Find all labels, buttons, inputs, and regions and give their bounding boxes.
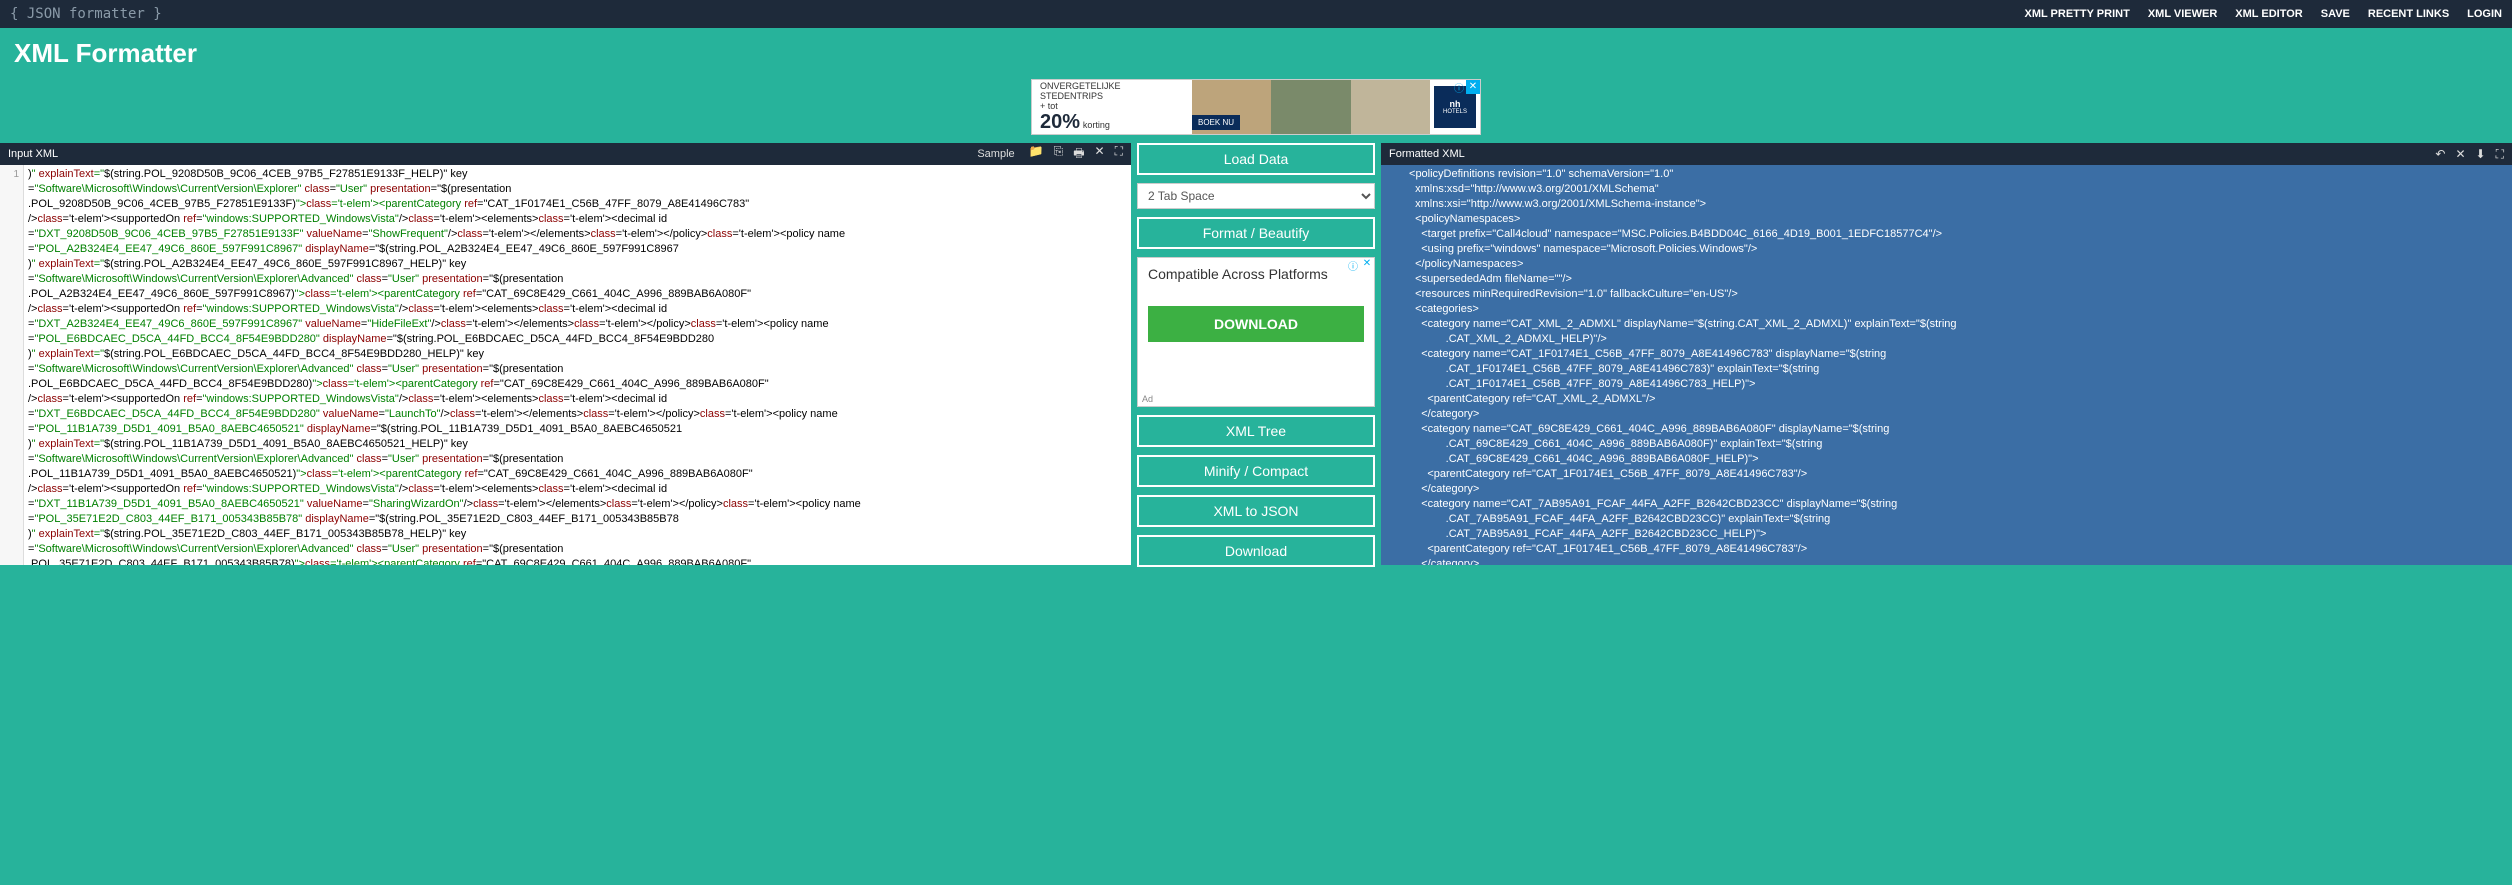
- nav-xml-editor[interactable]: XML EDITOR: [2235, 8, 2302, 20]
- nav-recent-links[interactable]: RECENT LINKS: [2368, 8, 2449, 20]
- copy-icon[interactable]: ⎘: [1054, 144, 1064, 165]
- ad-close-icon[interactable]: ✕: [1466, 80, 1480, 94]
- fullscreen-output-icon[interactable]: ⛶: [2496, 147, 2504, 162]
- ad-sub: korting: [1083, 120, 1110, 130]
- ad-sq-close-icon[interactable]: ✕: [1360, 258, 1374, 272]
- load-data-button[interactable]: Load Data: [1137, 143, 1375, 175]
- print-icon[interactable]: 🖶: [1073, 144, 1084, 165]
- ad-sq-title: Compatible Across Platforms: [1148, 266, 1364, 282]
- sample-link[interactable]: Sample: [977, 148, 1014, 160]
- back-icon[interactable]: ↶: [2435, 147, 2445, 162]
- xml-to-json-button[interactable]: XML to JSON: [1137, 495, 1375, 527]
- fullscreen-icon[interactable]: ⛶: [1115, 144, 1123, 165]
- ad-percent: 20%: [1040, 111, 1080, 133]
- page-title: XML Formatter: [0, 28, 2512, 75]
- ad-line2: + tot: [1040, 101, 1184, 111]
- ad-sq-info-icon[interactable]: ⓘ: [1346, 258, 1360, 272]
- minify-button[interactable]: Minify / Compact: [1137, 455, 1375, 487]
- ad-sq-label: Ad: [1142, 394, 1153, 404]
- ad-info-icon[interactable]: ⓘ: [1452, 80, 1466, 94]
- top-nav: XML PRETTY PRINT XML VIEWER XML EDITOR S…: [2024, 8, 2502, 20]
- ad-sq-download-button[interactable]: DOWNLOAD: [1148, 306, 1364, 342]
- ad-banner-top: ONVERGETELIJKE STEDENTRIPS + tot 20% kor…: [0, 75, 2512, 143]
- main: Input XML Sample 📁 ⎘ 🖶 ✕ ⛶ 1 )" explainT…: [0, 143, 2512, 567]
- clear-output-icon[interactable]: ✕: [2455, 147, 2465, 162]
- ad-line1: ONVERGETELIJKE STEDENTRIPS: [1040, 81, 1184, 101]
- download-output-icon[interactable]: ⬇: [2476, 147, 2486, 162]
- formatted-panel-header: Formatted XML ↶ ✕ ⬇ ⛶: [1381, 143, 2512, 165]
- clear-icon[interactable]: ✕: [1095, 144, 1105, 165]
- formatted-panel-title: Formatted XML: [1389, 148, 1465, 160]
- tab-space-select[interactable]: 2 Tab Space: [1137, 183, 1375, 209]
- download-button[interactable]: Download: [1137, 535, 1375, 567]
- input-editor[interactable]: 1 )" explainText="$(string.POL_9208D50B_…: [0, 165, 1131, 565]
- input-panel-header: Input XML Sample 📁 ⎘ 🖶 ✕ ⛶: [0, 143, 1131, 165]
- open-file-icon[interactable]: 📁: [1029, 144, 1044, 165]
- ad-square[interactable]: ⓘ ✕ Compatible Across Platforms DOWNLOAD…: [1137, 257, 1375, 407]
- nav-xml-viewer[interactable]: XML VIEWER: [2148, 8, 2217, 20]
- middle-actions: Load Data 2 Tab Space Format / Beautify …: [1131, 143, 1381, 567]
- logo[interactable]: { JSON formatter }: [10, 6, 162, 22]
- ad-box[interactable]: ONVERGETELIJKE STEDENTRIPS + tot 20% kor…: [1031, 79, 1481, 135]
- nav-login[interactable]: LOGIN: [2467, 8, 2502, 20]
- ad-cta-button[interactable]: BOEK NU: [1192, 115, 1240, 130]
- xml-tree-button[interactable]: XML Tree: [1137, 415, 1375, 447]
- formatted-editor[interactable]: 1234567891011121314151617181920212223 <p…: [1381, 165, 2512, 565]
- topbar: { JSON formatter } XML PRETTY PRINT XML …: [0, 0, 2512, 28]
- input-panel: Input XML Sample 📁 ⎘ 🖶 ✕ ⛶ 1 )" explainT…: [0, 143, 1131, 567]
- input-panel-title: Input XML: [8, 148, 58, 160]
- nav-pretty-print[interactable]: XML PRETTY PRINT: [2024, 8, 2129, 20]
- formatted-panel: Formatted XML ↶ ✕ ⬇ ⛶ 123456789101112131…: [1381, 143, 2512, 567]
- nav-save[interactable]: SAVE: [2321, 8, 2350, 20]
- format-button[interactable]: Format / Beautify: [1137, 217, 1375, 249]
